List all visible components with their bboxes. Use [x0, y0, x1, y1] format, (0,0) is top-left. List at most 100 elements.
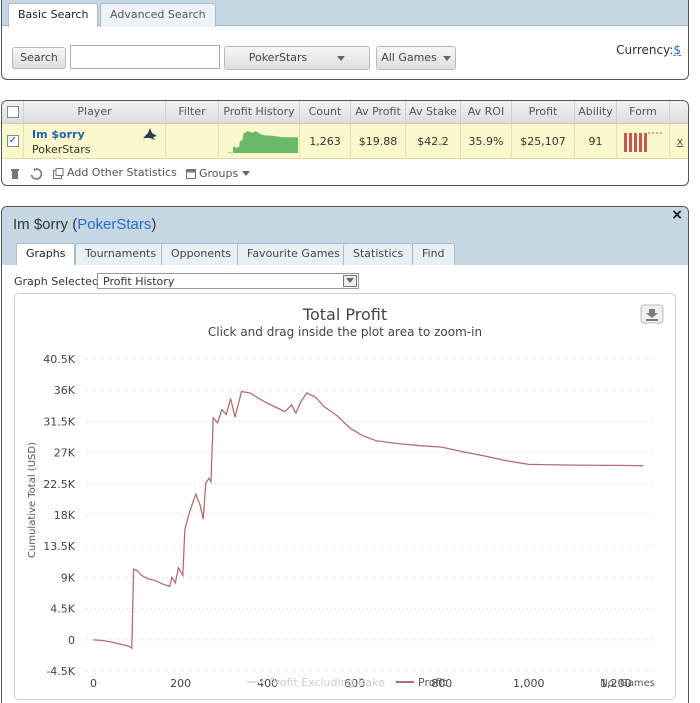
tab-find[interactable]: Find	[412, 243, 455, 265]
col-av-roi[interactable]: Av ROI	[461, 101, 512, 124]
y-axis-label: Cumulative Total (USD)	[27, 442, 38, 558]
col-profit[interactable]: Profit	[512, 101, 575, 124]
groups-icon	[186, 169, 196, 179]
add-other-statistics-button[interactable]: Add Other Statistics	[67, 166, 177, 179]
player-title-close-paren: )	[151, 216, 157, 233]
profit-cell: $25,107	[512, 124, 575, 159]
chart-subtitle: Click and drag inside the plot area to z…	[208, 325, 482, 339]
profit-sparkline	[228, 131, 298, 153]
form-cell	[617, 124, 670, 159]
col-player[interactable]: Player	[24, 101, 166, 124]
profit-chart[interactable]: Total Profit Click and drag inside the p…	[14, 293, 676, 700]
ability-cell: 91	[575, 124, 617, 159]
player-panel: Im $orry (PokerStars) × Graphs Tournamen…	[1, 206, 689, 703]
col-count[interactable]: Count	[300, 101, 351, 124]
av-profit-cell: $19.88	[351, 124, 406, 159]
y-tick-label: 9K	[61, 571, 76, 584]
y-tick-label: 36K	[54, 384, 76, 397]
row-select-cell: ✓	[2, 124, 24, 159]
select-all-checkbox[interactable]	[7, 106, 19, 118]
x-tick-label: 0	[90, 677, 97, 690]
chevron-down-icon	[242, 170, 251, 176]
y-tick-label: 22.5K	[43, 478, 75, 491]
refresh-icon[interactable]	[30, 168, 42, 180]
av-stake-cell: $42.2	[406, 124, 461, 159]
site-select-label: PokerStars	[248, 51, 308, 64]
y-tick-label: 13.5K	[43, 540, 75, 553]
x-tick-label: 200	[170, 677, 191, 690]
profit-chart-svg: Total Profit Click and drag inside the p…	[27, 304, 664, 690]
y-tick-label: -4.5K	[46, 665, 75, 678]
add-stats-icon	[53, 168, 64, 179]
tab-favourite-games[interactable]: Favourite Games	[237, 243, 350, 265]
tab-opponents[interactable]: Opponents	[161, 243, 242, 265]
search-button[interactable]: Search	[12, 47, 66, 69]
player-name-link[interactable]: Im $orry	[32, 128, 85, 142]
player-site-label: PokerStars	[32, 143, 91, 156]
groups-button[interactable]: Groups	[199, 167, 251, 180]
player-title-site-link[interactable]: PokerStars	[77, 216, 151, 233]
y-tick-label: 0	[68, 634, 75, 647]
remove-row-button[interactable]: x	[670, 124, 688, 159]
col-av-profit[interactable]: Av Profit	[351, 101, 406, 124]
site-select[interactable]: PokerStars	[224, 46, 370, 70]
player-title-name: Im $orry	[13, 216, 69, 233]
games-select-label: All Games	[381, 51, 437, 64]
tab-advanced-search[interactable]: Advanced Search	[100, 3, 216, 27]
graph-select[interactable]: Profit History	[97, 273, 359, 289]
currency-link[interactable]: $	[673, 43, 681, 57]
player-header: Im $orry (PokerStars) × Graphs Tournamen…	[2, 207, 688, 265]
player-cell: Im $orry PokerStars	[24, 124, 166, 159]
trash-icon[interactable]	[10, 168, 20, 180]
legend: Profit Excluding Rake Profit	[247, 676, 447, 689]
legend-label-profit-excluding-rake: Profit Excluding Rake	[269, 676, 385, 689]
chevron-down-icon	[343, 275, 357, 287]
games-select[interactable]: All Games	[376, 46, 456, 70]
col-av-stake[interactable]: Av Stake	[406, 101, 461, 124]
currency-selector: Currency:$	[616, 43, 681, 57]
chevron-down-icon	[442, 55, 451, 61]
player-title: Im $orry (PokerStars)	[13, 216, 156, 233]
col-ability[interactable]: Ability	[575, 101, 617, 124]
form-bars	[624, 132, 662, 152]
legend-item-profit[interactable]: Profit	[396, 676, 447, 689]
y-tick-label: 40.5K	[43, 353, 75, 366]
tab-graphs[interactable]: Graphs	[16, 243, 76, 265]
results-header: Player Filter Profit History Count Av Pr…	[2, 101, 688, 124]
search-panel: Basic Search Advanced Search Search Poke…	[1, 0, 689, 80]
results-panel: Player Filter Profit History Count Av Pr…	[1, 100, 689, 186]
close-icon[interactable]: ×	[671, 207, 683, 223]
av-roi-cell: 35.9%	[461, 124, 512, 159]
row-checkbox[interactable]: ✓	[7, 135, 19, 147]
x-axis-label: No. Games	[600, 678, 655, 689]
table-row[interactable]: ✓ Im $orry PokerStars 1,263 $19.88 $42.2…	[2, 124, 688, 159]
y-tick-label: 31.5K	[43, 415, 75, 428]
tab-statistics[interactable]: Statistics	[343, 243, 414, 265]
header-select-all	[2, 101, 24, 124]
chevron-down-icon	[337, 55, 346, 61]
filter-cell	[166, 124, 219, 159]
profit-history-cell	[219, 124, 300, 159]
chart-title: Total Profit	[302, 305, 387, 324]
y-tick-label: 18K	[54, 509, 76, 522]
count-cell: 1,263	[300, 124, 351, 159]
col-profit-history[interactable]: Profit History	[219, 101, 300, 124]
series-line-profit	[93, 390, 644, 650]
x-tick-label: 1,000	[513, 677, 545, 690]
graph-selected-label: Graph Selected:	[14, 275, 103, 288]
currency-label: Currency:	[616, 43, 674, 57]
tab-basic-search[interactable]: Basic Search	[8, 3, 99, 27]
groups-label: Groups	[199, 167, 239, 180]
y-tick-label: 27K	[54, 447, 76, 460]
col-form[interactable]: Form	[617, 101, 670, 124]
download-icon[interactable]	[640, 304, 664, 324]
results-footer: Add Other Statistics Groups	[2, 161, 688, 185]
legend-label-profit: Profit	[418, 676, 447, 689]
shark-icon	[143, 128, 157, 140]
col-filter[interactable]: Filter	[166, 101, 219, 124]
search-input[interactable]	[70, 45, 220, 69]
tab-tournaments[interactable]: Tournaments	[75, 243, 167, 265]
search-tabbar: Basic Search Advanced Search	[2, 0, 688, 27]
graph-select-value: Profit History	[103, 275, 175, 288]
y-tick-label: 4.5K	[50, 603, 75, 616]
